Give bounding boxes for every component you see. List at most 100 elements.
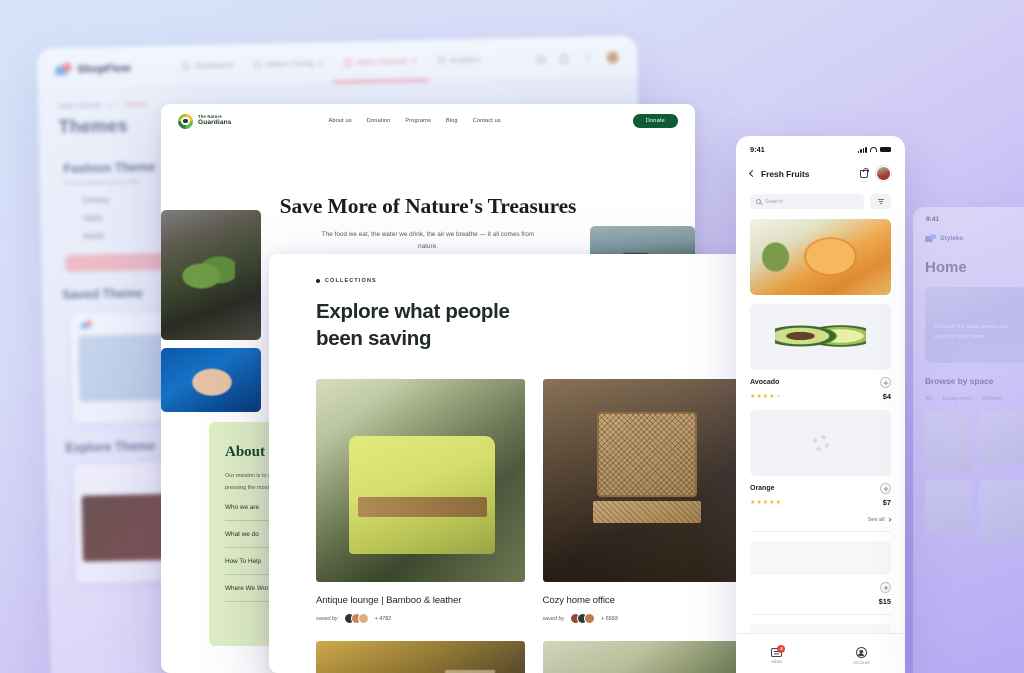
hero-image-hand-blue — [161, 348, 261, 412]
mini-product-1[interactable]: $15 — [750, 531, 891, 606]
phone-styleko: 9:41 Styleko Home Discover the latest tr… — [913, 207, 1024, 673]
nav-item-admin-config[interactable]: Admin Config — [254, 58, 324, 70]
filter-icon — [877, 199, 884, 204]
phone-title: Fresh Fruits — [761, 168, 810, 179]
menu-item-blog[interactable]: Blog — [446, 118, 458, 124]
product-orange[interactable]: Orange ★ ★ ★ ★ ★ $7 — [750, 410, 891, 507]
bell-icon[interactable] — [558, 53, 569, 64]
product-name-row: Orange — [750, 476, 891, 494]
saved-by-label: saved by — [542, 615, 565, 622]
cart-icon[interactable] — [860, 167, 869, 178]
chevron-down-icon[interactable] — [106, 102, 113, 108]
space-tile[interactable] — [925, 411, 972, 473]
nav-label: Dashboard — [194, 60, 233, 71]
tab-inbox[interactable]: 4 Inbox — [771, 644, 786, 664]
logo-line-2: Guardians — [198, 118, 232, 126]
menu-item-programs[interactable]: Programs — [405, 118, 430, 124]
styleko-brand-name: Styleko — [940, 235, 964, 242]
nav-item-sales-channel[interactable]: Sales Channel — [344, 56, 417, 69]
collections-heading-line-1: Explore what people — [316, 300, 510, 323]
avatar — [584, 613, 596, 625]
hero-image-planting — [161, 210, 261, 340]
theme-logo-icon — [80, 320, 93, 329]
search-icon[interactable] — [534, 54, 545, 65]
breadcrumb-separator: / — [116, 101, 119, 109]
chevron-down-icon — [411, 56, 417, 63]
tab-label: Inbox — [771, 658, 783, 664]
tab-account[interactable]: Account — [853, 646, 870, 665]
saver-avatars — [570, 613, 596, 625]
bullet-icon — [316, 279, 320, 283]
status-time: 9:41 — [926, 216, 940, 223]
back-icon[interactable] — [748, 169, 757, 178]
collection-card[interactable]: Cozy home office saved by + 6593 — [542, 379, 751, 625]
space-tile[interactable] — [979, 411, 1024, 465]
space-tile[interactable] — [925, 480, 972, 534]
collection-card[interactable] — [542, 641, 751, 673]
collection-card[interactable] — [316, 641, 525, 673]
nav-label: Admin Config — [266, 58, 314, 69]
menu-item-donation[interactable]: Donation — [367, 118, 391, 124]
collection-title: Cozy home office — [542, 595, 615, 607]
nature-guardians-logo[interactable]: The Nature Guardians — [178, 113, 232, 129]
styleko-logo[interactable]: Styleko — [923, 223, 1024, 243]
nav-item-analytics[interactable]: Analytics — [437, 54, 482, 67]
logo-text: The Nature Guardians — [198, 114, 232, 126]
menu-item-about-us[interactable]: About us — [329, 118, 352, 124]
shopflow-logo[interactable]: ShopFlow — [54, 62, 131, 77]
collection-saver-count: + 4782 — [374, 615, 392, 622]
collection-image-glassware — [316, 641, 525, 673]
see-all-link[interactable]: See all — [747, 507, 894, 523]
collection-image-plant-window — [542, 641, 751, 673]
avatar[interactable] — [876, 166, 891, 181]
help-icon[interactable]: ? — [582, 52, 593, 63]
add-to-cart-button[interactable] — [880, 377, 891, 388]
space-tile[interactable] — [979, 480, 1024, 542]
calendar-icon — [254, 60, 262, 68]
styleko-banner-text: Discover the latest trends and styles fo… — [934, 324, 1008, 340]
tab-kitchen[interactable]: Kitchen — [983, 396, 1002, 402]
menu-item-contact-us[interactable]: Contact us — [473, 118, 501, 124]
chart-icon — [437, 56, 445, 64]
avatar[interactable] — [606, 50, 620, 65]
dashboard-nav: Dashboard Admin Config Sales Channel Ana… — [182, 54, 482, 73]
collection-saver-count: + 6593 — [601, 615, 618, 622]
collection-image-antique-lounge — [316, 379, 525, 583]
collections-heading: Explore what people been saving — [316, 284, 751, 352]
mini-price-row: $15 — [750, 593, 891, 606]
add-to-cart-button[interactable] — [880, 483, 891, 494]
avatar — [357, 613, 369, 625]
add-to-cart-button[interactable] — [880, 582, 891, 593]
product-rating-row: ★ ★ ★ ★ ★ $4 — [750, 388, 891, 401]
tab-living-room[interactable]: Living room — [943, 396, 972, 402]
tab-all[interactable]: All — [925, 396, 932, 402]
product-image — [750, 304, 891, 370]
shopflow-brand-name: ShopFlow — [77, 62, 131, 76]
filter-button[interactable] — [870, 194, 891, 209]
site-menu: About us Donation Programs Blog Contact … — [329, 118, 501, 124]
collections-eyebrow-label: COLLECTIONS — [325, 278, 377, 284]
nav-item-dashboard[interactable]: Dashboard — [182, 60, 233, 72]
status-bar: 9:41 — [747, 136, 894, 154]
collection-card[interactable]: Antique lounge | Bamboo & leather saved … — [316, 379, 525, 625]
shopflow-logo-icon — [54, 62, 72, 76]
nav-label: Sales Channel — [356, 56, 407, 67]
battery-icon — [880, 146, 891, 153]
search-input[interactable]: Search — [750, 194, 864, 209]
grid-icon — [182, 62, 190, 70]
saver-avatars — [343, 613, 369, 625]
product-image-loading — [750, 410, 891, 476]
tab-label: Account — [853, 659, 870, 665]
collection-title: Antique lounge | Bamboo & leather — [316, 595, 462, 607]
search-icon — [756, 199, 761, 204]
styleko-banner[interactable]: Discover the latest trends and styles fo… — [925, 287, 1024, 363]
breadcrumb-root[interactable]: Sales Channel — [58, 102, 101, 110]
donate-button-header[interactable]: Donate — [632, 114, 678, 128]
mini-product-price: $15 — [878, 597, 891, 606]
mini-product-image — [750, 541, 891, 575]
fashion-theme-title: Fashion Theme — [63, 160, 156, 177]
product-avocado[interactable]: Avocado ★ ★ ★ ★ ★ $4 — [750, 304, 891, 401]
nav-label: Analytics — [449, 54, 482, 65]
breadcrumb-current: Themes — [124, 101, 149, 109]
styleko-logo-icon — [924, 234, 936, 243]
